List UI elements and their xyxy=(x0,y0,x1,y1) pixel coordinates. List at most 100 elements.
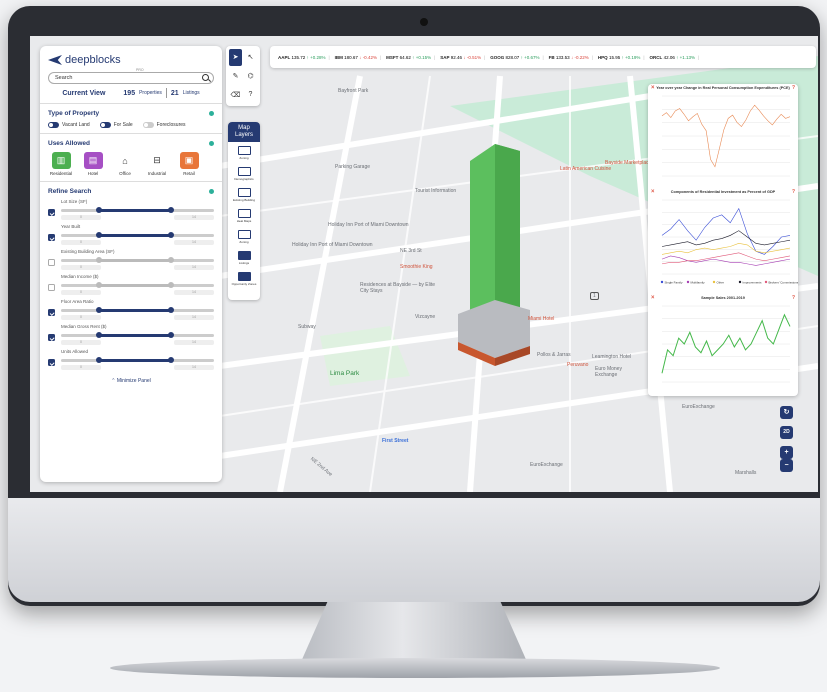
layer-item[interactable]: Demographics xyxy=(228,163,260,184)
use-office[interactable]: ⌂ Office xyxy=(112,152,138,177)
range-slider[interactable]: Existing Building Area (SF) 0 14 xyxy=(61,249,214,270)
slider-min-handle[interactable] xyxy=(96,257,103,263)
series-line[interactable] xyxy=(661,255,791,266)
max-value[interactable]: 14 xyxy=(174,265,214,270)
slider-max-handle[interactable] xyxy=(168,207,175,213)
toggle-vacant-land[interactable]: Vacant Land xyxy=(48,122,90,128)
slider-min-handle[interactable] xyxy=(96,207,103,213)
slider-max-handle[interactable] xyxy=(168,282,175,288)
pointer-tool-icon[interactable]: ↖ xyxy=(244,49,257,66)
range-slider[interactable]: Median Gross Rent ($) 0 14 xyxy=(61,324,214,345)
filter-checkbox[interactable] xyxy=(48,234,55,241)
slider-min-handle[interactable] xyxy=(96,307,103,313)
layer-item[interactable]: Listings xyxy=(228,247,260,268)
logo[interactable]: deepblocks xyxy=(48,54,214,66)
polygon-tool-icon[interactable]: ⌬ xyxy=(244,68,257,85)
range-slider[interactable]: Units Allowed 0 14 xyxy=(61,349,214,370)
slider-track[interactable] xyxy=(61,207,214,213)
help-icon[interactable]: ? xyxy=(792,294,795,302)
max-value[interactable]: 14 xyxy=(174,340,214,345)
search-icon[interactable] xyxy=(202,74,209,81)
help-icon[interactable]: ? xyxy=(792,84,795,92)
filter-checkbox[interactable] xyxy=(48,284,55,291)
2d-toggle-button[interactable]: 2D xyxy=(780,426,793,439)
min-value[interactable]: 0 xyxy=(61,215,101,220)
range-slider[interactable]: Year Built 0 14 xyxy=(61,224,214,245)
min-value[interactable]: 0 xyxy=(61,290,101,295)
use-industrial[interactable]: ⊟ Industrial xyxy=(144,152,170,176)
min-value[interactable]: 0 xyxy=(61,265,101,270)
range-slider[interactable]: Median Income ($) 0 14 xyxy=(61,274,214,295)
range-slider[interactable]: Floor Area Ratio 0 14 xyxy=(61,299,214,320)
max-value[interactable]: 14 xyxy=(174,365,214,370)
slider-track[interactable] xyxy=(61,232,214,238)
layer-item[interactable]: Zoning xyxy=(228,226,260,247)
toggle-switch[interactable] xyxy=(48,122,59,128)
ticker-item[interactable]: MSFT 64.62 ↑ +0.15% | xyxy=(386,55,435,60)
slider-min-handle[interactable] xyxy=(96,332,103,338)
close-icon[interactable]: × xyxy=(651,294,655,302)
info-icon[interactable] xyxy=(209,141,214,146)
slider-max-handle[interactable] xyxy=(168,307,175,313)
slider-max-handle[interactable] xyxy=(168,332,175,338)
range-slider[interactable]: Lot Size (SF) 0 14 xyxy=(61,199,214,220)
ticker-item[interactable]: SAP 92.46 ↓ -0.51% | xyxy=(440,55,485,60)
zoom-in-button[interactable]: + xyxy=(780,446,793,459)
help-icon[interactable]: ? xyxy=(792,188,795,196)
slider-min-handle[interactable] xyxy=(96,282,103,288)
series-line[interactable] xyxy=(661,230,791,247)
min-value[interactable]: 0 xyxy=(61,365,101,370)
max-value[interactable]: 14 xyxy=(174,315,214,320)
ticker-item[interactable]: HPQ 15.95 ↑ +0.19% | xyxy=(598,55,645,60)
use-hotel[interactable]: ▤ Hotel xyxy=(80,152,106,176)
filter-checkbox[interactable] xyxy=(48,309,55,316)
minimize-panel-button[interactable]: ⌃ Minimize Panel xyxy=(48,378,214,384)
search-input[interactable]: Search xyxy=(48,72,214,84)
close-icon[interactable]: × xyxy=(651,188,655,196)
max-value[interactable]: 14 xyxy=(174,290,214,295)
ticker-item[interactable]: ORCL 42.06 ↑ +1.13% | xyxy=(650,55,700,60)
slider-max-handle[interactable] xyxy=(168,232,175,238)
min-value[interactable]: 0 xyxy=(61,340,101,345)
draw-tool-icon[interactable]: ✎ xyxy=(229,68,242,85)
slider-min-handle[interactable] xyxy=(96,232,103,238)
help-tool-icon[interactable]: ? xyxy=(244,86,257,103)
filter-checkbox[interactable] xyxy=(48,209,55,216)
rotate-button[interactable]: ↻ xyxy=(780,406,793,419)
ticker-item[interactable]: GOOG 828.07 ↑ +0.67% | xyxy=(490,55,543,60)
toggle-switch[interactable] xyxy=(99,122,111,128)
use-residential[interactable]: ▥ Residential xyxy=(48,152,74,176)
toggle-foreclosures[interactable]: Foreclosures xyxy=(142,122,186,128)
use-retail[interactable]: ▣ Retail xyxy=(176,152,202,176)
layer-item[interactable]: Heat Maps xyxy=(228,205,260,226)
info-icon[interactable] xyxy=(209,189,214,194)
ticker-item[interactable]: FB 133.53 ↓ -0.22% | xyxy=(549,55,593,60)
info-icon[interactable] xyxy=(209,111,214,116)
max-value[interactable]: 14 xyxy=(174,215,214,220)
layer-item[interactable]: Zoning xyxy=(228,142,260,163)
layer-item[interactable]: Opportunity Zones xyxy=(228,268,260,289)
select-tool-icon[interactable]: ➤ xyxy=(229,49,242,66)
toggle-switch[interactable] xyxy=(142,122,154,128)
slider-track[interactable] xyxy=(61,357,214,363)
slider-track[interactable] xyxy=(61,257,214,263)
filter-checkbox[interactable] xyxy=(48,359,55,366)
close-icon[interactable]: × xyxy=(651,84,655,92)
toggle-for-sale[interactable]: For Sale xyxy=(99,122,133,128)
max-value[interactable]: 14 xyxy=(174,240,214,245)
zoom-out-button[interactable]: − xyxy=(780,459,793,472)
min-value[interactable]: 0 xyxy=(61,315,101,320)
layer-item[interactable]: Existing Building xyxy=(228,184,260,205)
min-value[interactable]: 0 xyxy=(61,240,101,245)
eraser-tool-icon[interactable]: ⌫ xyxy=(229,86,242,103)
ticker-item[interactable]: AAPL 135.72 ↑ +0.28% | xyxy=(278,55,330,60)
slider-max-handle[interactable] xyxy=(168,357,175,363)
slider-min-handle[interactable] xyxy=(96,357,103,363)
slider-track[interactable] xyxy=(61,282,214,288)
filter-checkbox[interactable] xyxy=(48,334,55,341)
slider-max-handle[interactable] xyxy=(168,257,175,263)
slider-track[interactable] xyxy=(61,332,214,338)
ticker-item[interactable]: IBM 180.67 ↓ -0.42% | xyxy=(335,55,382,60)
slider-track[interactable] xyxy=(61,307,214,313)
filter-checkbox[interactable] xyxy=(48,259,55,266)
